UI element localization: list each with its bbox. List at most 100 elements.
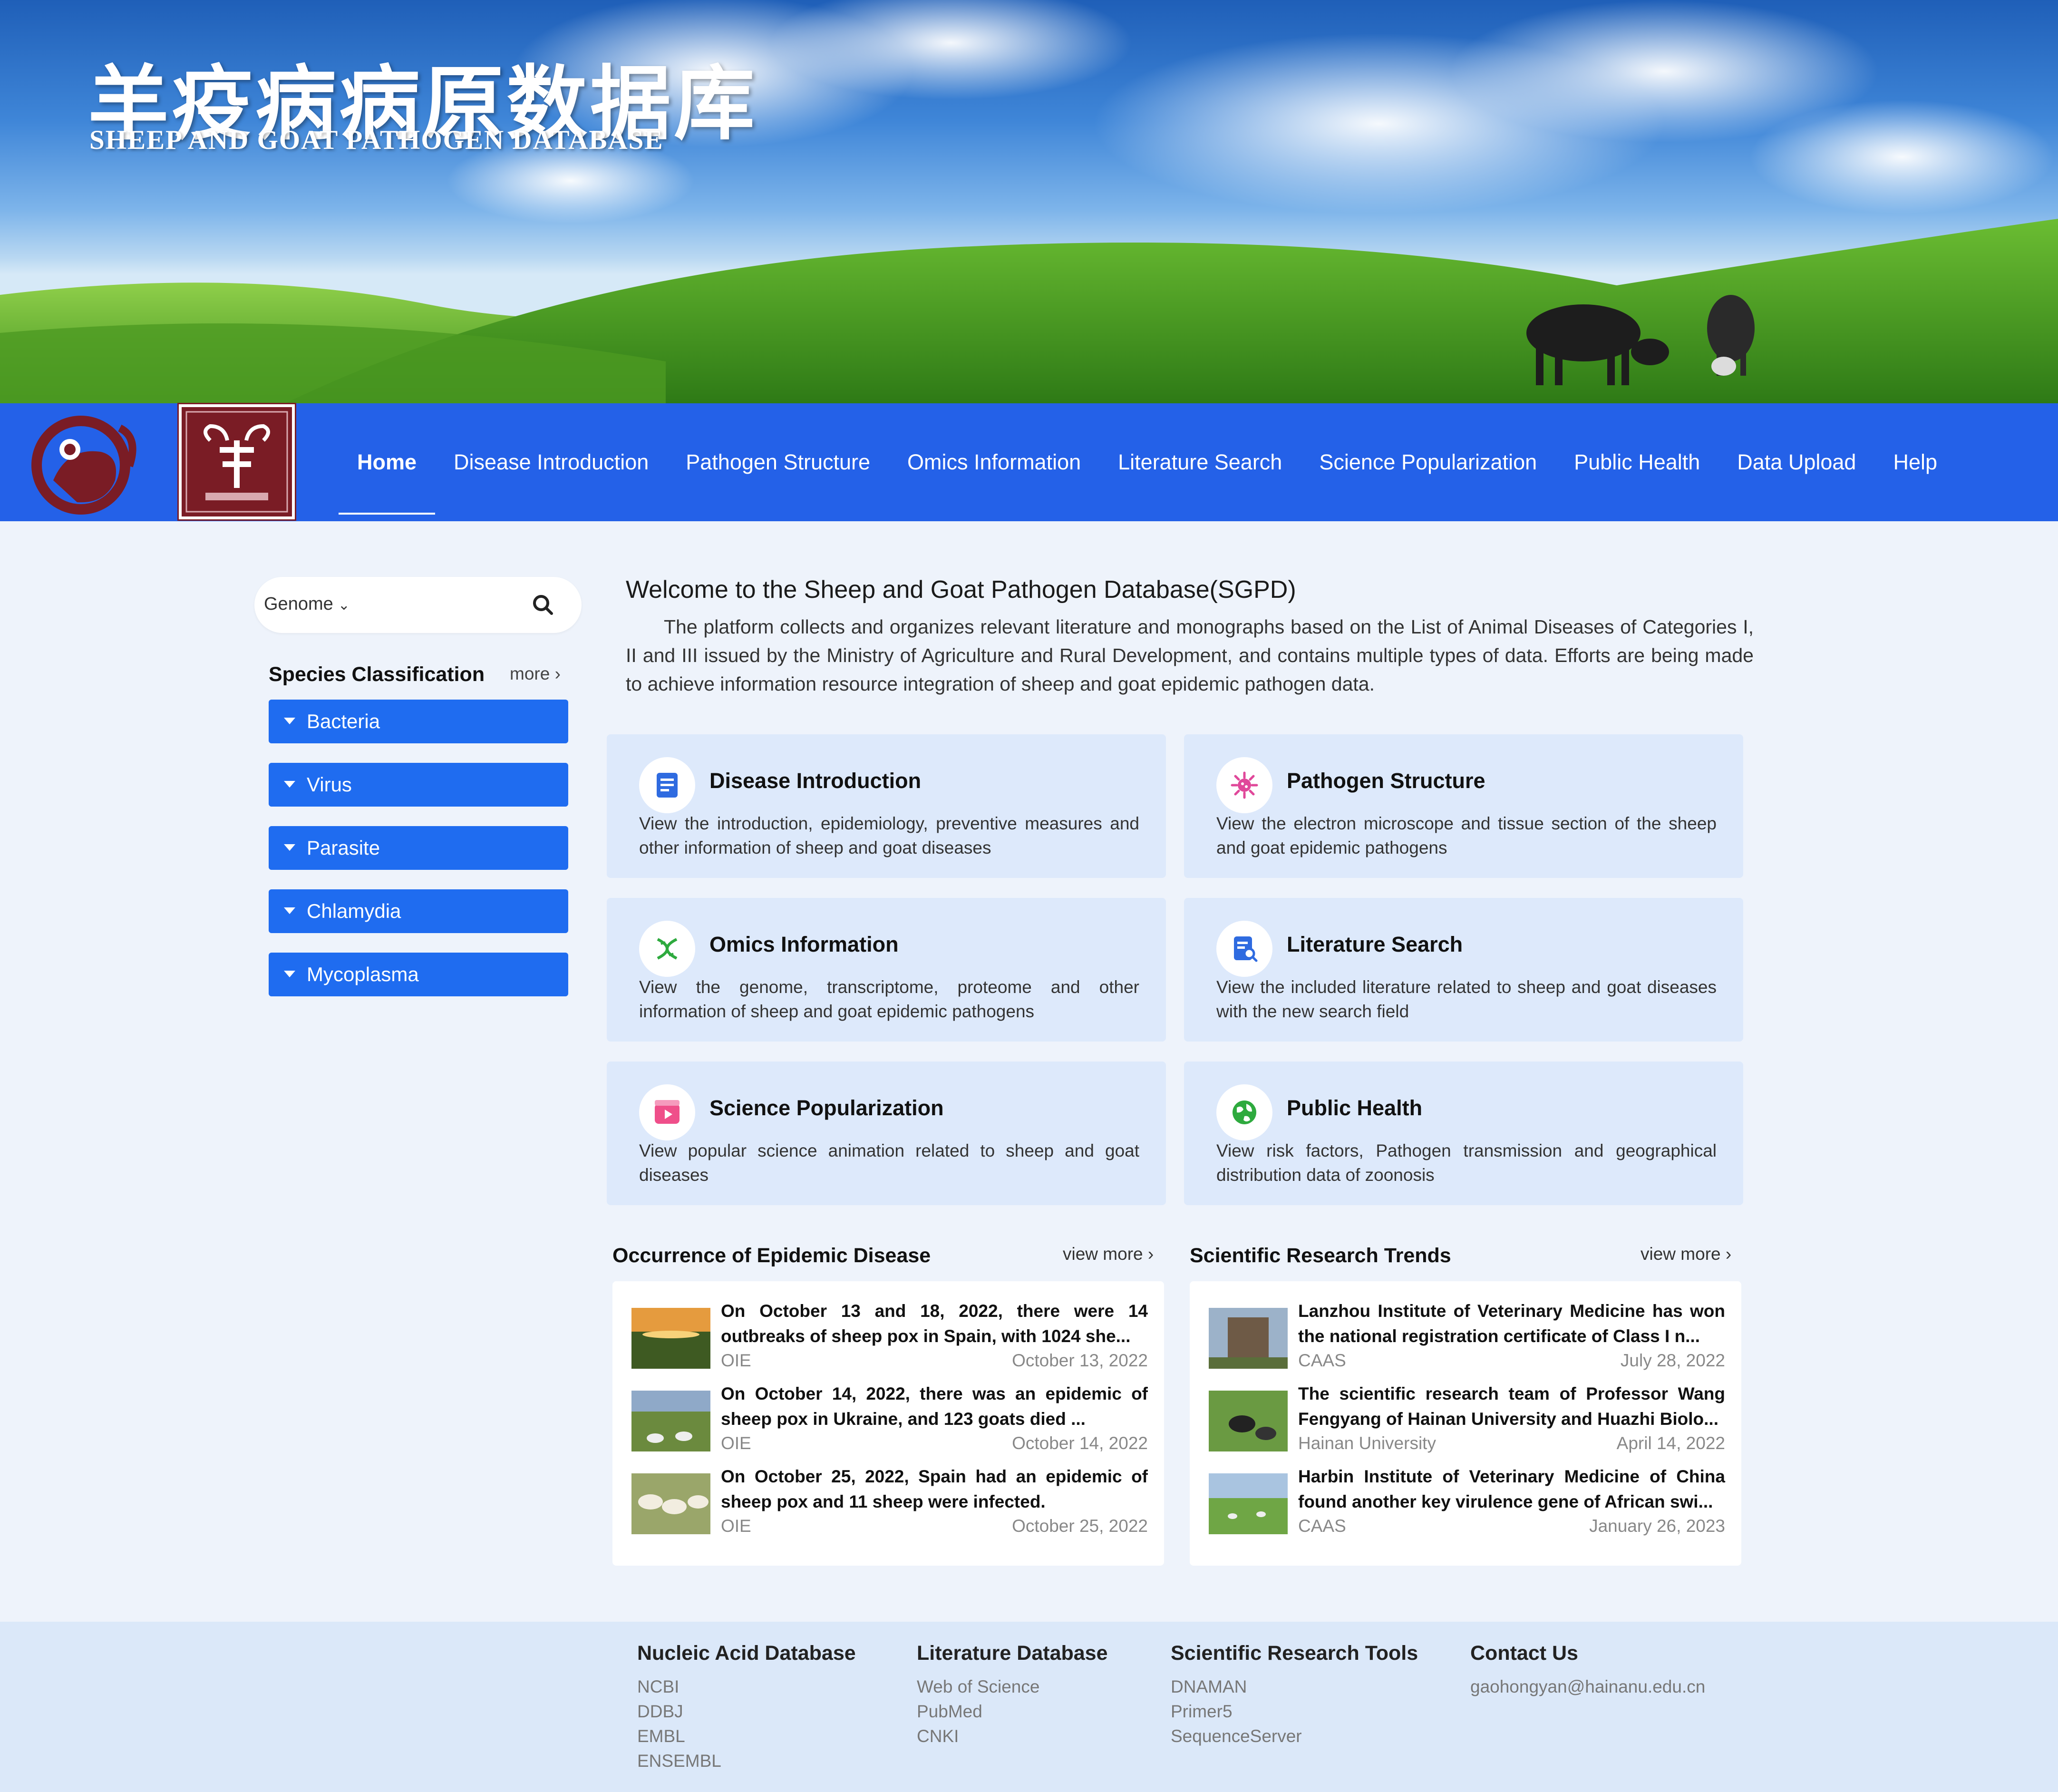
nav-data-upload[interactable]: Data Upload <box>1718 403 1874 521</box>
news-title[interactable]: On October 25, 2022, Spain had an epidem… <box>721 1464 1148 1514</box>
footer-link-ddbj[interactable]: DDBJ <box>637 1699 856 1724</box>
nav-disease-introduction[interactable]: Disease Introduction <box>435 403 667 521</box>
nav-omics-information[interactable]: Omics Information <box>889 403 1099 521</box>
category-label: Bacteria <box>307 710 380 732</box>
news-date: October 13, 2022 <box>1012 1351 1148 1370</box>
nav-literature-search[interactable]: Literature Search <box>1099 403 1301 521</box>
caret-down-icon <box>284 844 295 851</box>
card-omics-information[interactable]: Omics Information View the genome, trans… <box>607 898 1166 1042</box>
category-bacteria[interactable]: Bacteria <box>269 700 568 743</box>
news-title[interactable]: Lanzhou Institute of Veterinary Medicine… <box>1298 1298 1725 1349</box>
news-thumbnail <box>631 1391 710 1451</box>
news-item[interactable]: On October 14, 2022, there was an epidem… <box>631 1381 1148 1462</box>
news-title[interactable]: The scientific research team of Professo… <box>1298 1381 1725 1432</box>
search-type-select[interactable]: Genome ⌄ <box>264 594 350 614</box>
epidemic-section-title: Occurrence of Epidemic Disease <box>612 1244 931 1267</box>
caret-down-icon <box>284 781 295 788</box>
institute-building-image <box>1209 1308 1288 1369</box>
card-icon-wrapper <box>1216 757 1272 813</box>
news-item[interactable]: The scientific research team of Professo… <box>1209 1381 1725 1462</box>
caret-down-icon <box>284 907 295 914</box>
category-label: Mycoplasma <box>307 963 419 985</box>
caret-down-icon <box>284 971 295 977</box>
research-view-more-link[interactable]: view more › <box>1641 1244 1731 1264</box>
nav-home[interactable]: Home <box>339 403 436 521</box>
footer-literature-database: Literature Database Web of Science PubMe… <box>917 1642 1108 1749</box>
footer-link-cnki[interactable]: CNKI <box>917 1724 1108 1749</box>
news-source: OIE <box>721 1516 751 1536</box>
news-date: April 14, 2022 <box>1616 1433 1725 1453</box>
card-description: View risk factors, Pathogen transmission… <box>1216 1141 1717 1185</box>
search-icon <box>533 595 553 615</box>
news-source: CAAS <box>1298 1351 1346 1370</box>
card-icon-wrapper <box>1216 921 1272 977</box>
search-button[interactable] <box>526 588 560 622</box>
news-title[interactable]: On October 14, 2022, there was an epidem… <box>721 1381 1148 1432</box>
welcome-description: The platform collects and organizes rele… <box>626 616 1754 695</box>
footer-link-ensembl[interactable]: ENSEMBL <box>637 1749 856 1773</box>
footer-link-embl[interactable]: EMBL <box>637 1724 856 1749</box>
footer-link-pubmed[interactable]: PubMed <box>917 1699 1108 1724</box>
chevron-right-icon: › <box>554 664 561 683</box>
card-public-health[interactable]: Public Health View risk factors, Pathoge… <box>1184 1062 1743 1205</box>
caret-down-icon <box>284 718 295 724</box>
card-title: Science Popularization <box>709 1096 944 1120</box>
category-chlamydia[interactable]: Chlamydia <box>269 889 568 933</box>
news-title[interactable]: Harbin Institute of Veterinary Medicine … <box>1298 1464 1725 1514</box>
footer-link-sequenceserver[interactable]: SequenceServer <box>1171 1724 1418 1749</box>
site-title-english: SHEEP AND GOAT PATHOGEN DATABASE <box>89 125 664 155</box>
card-disease-introduction[interactable]: Disease Introduction View the introducti… <box>607 734 1166 878</box>
search-bar[interactable]: Genome ⌄ <box>254 577 582 633</box>
card-title: Pathogen Structure <box>1287 769 1485 793</box>
news-title[interactable]: On October 13 and 18, 2022, there were 1… <box>721 1298 1148 1349</box>
card-science-popularization[interactable]: Science Popularization View popular scie… <box>607 1062 1166 1205</box>
category-label: Virus <box>307 773 352 796</box>
sunset-pasture-image <box>631 1308 710 1369</box>
nav-pathogen-structure[interactable]: Pathogen Structure <box>667 403 889 521</box>
nav-help[interactable]: Help <box>1874 403 1956 521</box>
database-seal-logo[interactable] <box>177 403 296 521</box>
news-date: January 26, 2023 <box>1589 1516 1725 1536</box>
card-title: Disease Introduction <box>709 769 922 793</box>
contact-email-link[interactable]: gaohongyan@hainanu.edu.cn <box>1470 1675 1705 1699</box>
view-more-label: view more <box>1641 1244 1721 1264</box>
card-description: View the included literature related to … <box>1216 977 1717 1021</box>
card-pathogen-structure[interactable]: Pathogen Structure View the electron mic… <box>1184 734 1743 878</box>
category-parasite[interactable]: Parasite <box>269 826 568 870</box>
news-thumbnail <box>1209 1473 1288 1534</box>
chevron-right-icon: › <box>1725 1244 1732 1264</box>
video-icon <box>655 1100 680 1124</box>
footer-heading: Nucleic Acid Database <box>637 1642 856 1665</box>
epidemic-view-more-link[interactable]: view more › <box>1063 1244 1154 1264</box>
footer-research-tools: Scientific Research Tools DNAMAN Primer5… <box>1171 1642 1418 1749</box>
institute-logo[interactable] <box>25 409 148 516</box>
card-icon-wrapper <box>1216 1084 1272 1140</box>
sheep-field-image <box>631 1391 710 1451</box>
sheep-flock-image <box>631 1473 710 1534</box>
species-more-link[interactable]: more › <box>510 664 561 684</box>
news-thumbnail <box>631 1308 710 1369</box>
news-source: Hainan University <box>1298 1433 1436 1453</box>
card-literature-search[interactable]: Literature Search View the included lite… <box>1184 898 1743 1042</box>
nav-public-health[interactable]: Public Health <box>1555 403 1718 521</box>
news-thumbnail <box>631 1473 710 1534</box>
card-description: View the introduction, epidemiology, pre… <box>639 814 1139 857</box>
epidemic-news-list: On October 13 and 18, 2022, there were 1… <box>612 1281 1164 1566</box>
footer-link-dnaman[interactable]: DNAMAN <box>1171 1675 1418 1699</box>
chevron-right-icon: › <box>1147 1244 1154 1264</box>
news-thumbnail <box>1209 1391 1288 1451</box>
footer-link-ncbi[interactable]: NCBI <box>637 1675 856 1699</box>
news-item[interactable]: Lanzhou Institute of Veterinary Medicine… <box>1209 1298 1725 1379</box>
nav-science-popularization[interactable]: Science Popularization <box>1301 403 1555 521</box>
news-date: July 28, 2022 <box>1620 1351 1725 1370</box>
footer-link-primer5[interactable]: Primer5 <box>1171 1699 1418 1724</box>
category-mycoplasma[interactable]: Mycoplasma <box>269 953 568 996</box>
research-section-title: Scientific Research Trends <box>1190 1244 1451 1267</box>
category-virus[interactable]: Virus <box>269 763 568 807</box>
news-source: CAAS <box>1298 1516 1346 1536</box>
news-item[interactable]: Harbin Institute of Veterinary Medicine … <box>1209 1464 1725 1545</box>
card-icon-wrapper <box>639 921 695 977</box>
footer-link-web-of-science[interactable]: Web of Science <box>917 1675 1108 1699</box>
news-item[interactable]: On October 25, 2022, Spain had an epidem… <box>631 1464 1148 1545</box>
news-item[interactable]: On October 13 and 18, 2022, there were 1… <box>631 1298 1148 1379</box>
